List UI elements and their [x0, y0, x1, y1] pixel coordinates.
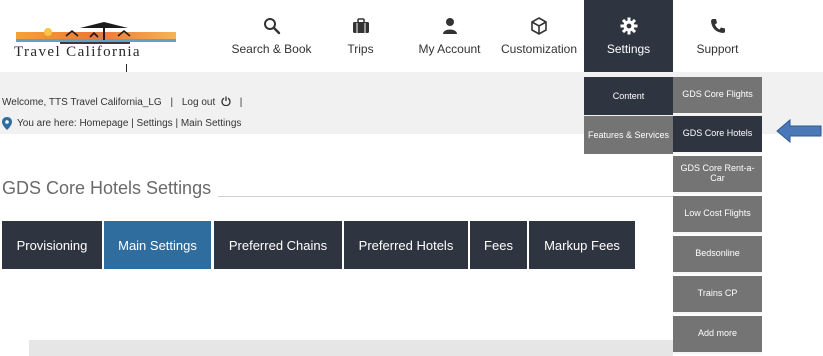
nav-label: Support	[696, 42, 739, 56]
menu-gds-core-hotels[interactable]: GDS Core Hotels	[673, 116, 762, 154]
top-navigation-bar: Travel California Search & Book Trips My…	[0, 0, 823, 84]
welcome-line: Welcome, TTS Travel California_LG | Log …	[2, 96, 248, 108]
box-icon	[529, 16, 549, 36]
separator: |	[239, 97, 243, 108]
menu-features-and-services[interactable]: Features & Services	[584, 116, 673, 154]
tab-preferred-chains[interactable]: Preferred Chains	[214, 221, 342, 269]
nav-label: Settings	[606, 42, 651, 56]
page-title: GDS Core Hotels Settings	[2, 178, 212, 198]
menu-gds-core-flights[interactable]: GDS Core Flights	[673, 77, 762, 115]
tab-main-settings[interactable]: Main Settings	[104, 221, 211, 269]
nav-settings[interactable]: Settings	[584, 0, 673, 77]
gear-icon	[619, 16, 639, 36]
logo-text: Travel California	[14, 44, 141, 60]
nav-label: Search & Book	[231, 42, 312, 56]
location-pin-icon	[2, 117, 12, 130]
title-divider	[218, 196, 673, 197]
tab-provisioning[interactable]: Provisioning	[2, 221, 102, 269]
arrow-left-icon	[776, 118, 822, 144]
phone-icon	[708, 16, 728, 36]
breadcrumb: You are here: Homepage | Settings | Main…	[2, 117, 241, 130]
user-icon	[440, 16, 460, 36]
content-section-bar	[29, 340, 673, 356]
menu-trains-cp[interactable]: Trains CP	[673, 276, 762, 314]
menu-gds-core-rent-a-car[interactable]: GDS Core Rent-a-Car	[673, 156, 762, 194]
nav-label: Customization	[500, 42, 578, 56]
welcome-text: Welcome, TTS Travel California_LG	[2, 97, 162, 108]
page-root: Travel California Search & Book Trips My…	[0, 0, 823, 356]
menu-bedsonline[interactable]: Bedsonline	[673, 236, 762, 274]
nav-support[interactable]: Support	[673, 0, 762, 72]
travel-california-logo[interactable]: Travel California	[8, 20, 188, 64]
nav-label: My Account	[418, 42, 481, 56]
menu-add-more[interactable]: Add more	[673, 316, 762, 354]
logout-link[interactable]: Log out	[182, 97, 215, 108]
tab-markup-fees[interactable]: Markup Fees	[529, 221, 635, 269]
tab-fees[interactable]: Fees	[470, 221, 527, 269]
separator: |	[170, 97, 174, 108]
menu-content[interactable]: Content	[584, 77, 673, 115]
nav-label: Trips	[347, 42, 374, 56]
nav-customization[interactable]: Customization	[494, 0, 584, 72]
nav-trips[interactable]: Trips	[316, 0, 405, 72]
nav-search-and-book[interactable]: Search & Book	[227, 0, 316, 72]
nav-my-account[interactable]: My Account	[405, 0, 494, 72]
tab-preferred-hotels[interactable]: Preferred Hotels	[344, 221, 468, 269]
power-icon[interactable]	[221, 96, 231, 106]
breadcrumb-text[interactable]: You are here: Homepage | Settings | Main…	[17, 118, 241, 129]
menu-low-cost-flights[interactable]: Low Cost Flights	[673, 196, 762, 234]
suitcase-icon	[351, 16, 371, 36]
search-icon	[262, 16, 282, 36]
